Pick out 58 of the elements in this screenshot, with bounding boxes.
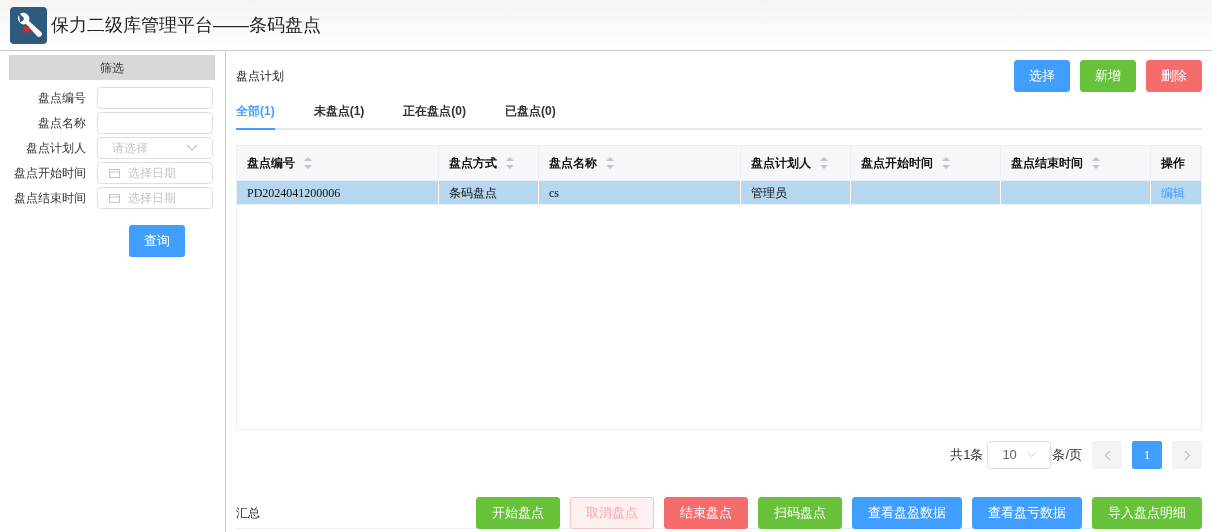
field-label: 盘点编号 [37,89,87,107]
per-page-label: 条/页 [1052,446,1082,465]
table-cell: PD2024041200006 [237,181,439,204]
tab[interactable]: 全部(1) [236,94,275,130]
date-field[interactable]: 选择日期 [97,186,213,209]
tab[interactable]: 正在盘点(0) [403,94,466,130]
calendar-icon [109,167,120,178]
page-button[interactable]: 1 [1132,441,1162,469]
sort-icon[interactable] [505,156,515,170]
chevron-left-icon [1103,449,1111,461]
field-label: 盘点计划人 [25,139,87,157]
chevron-down-icon [1026,451,1037,459]
chevron-right-icon [1183,449,1191,461]
total-count: 共1条 [950,446,984,465]
edit-link[interactable]: 编辑 [1161,183,1185,202]
wrench-logo-icon [10,6,47,44]
sort-icon[interactable] [819,156,829,170]
field-label: 盘点结束时间 [13,189,87,207]
tab[interactable]: 未盘点(1) [313,94,365,130]
table-cell: cs [539,181,741,204]
sort-icon[interactable] [941,156,951,170]
app-title: 保力二级库管理平台——条码盘点 [51,13,321,37]
column-header[interactable]: 盘点名称 [539,146,741,180]
table-cell: 条码盘点 [439,181,539,204]
column-header[interactable]: 盘点计划人 [741,146,851,180]
query-button[interactable]: 查询 [129,225,185,257]
filter-header: 筛选 [9,55,215,80]
action-button[interactable]: 删除 [1146,59,1202,92]
action-button[interactable]: 查看盘亏数据 [972,496,1082,529]
action-button[interactable]: 扫码盘点 [758,496,842,529]
calendar-icon [109,192,120,203]
table-cell: 管理员 [741,181,851,204]
field-label: 盘点名称 [37,114,87,132]
column-header[interactable]: 盘点结束时间 [1001,146,1151,180]
tab[interactable]: 已盘点(0) [505,94,556,130]
column-header[interactable]: 盘点开始时间 [851,146,1001,180]
column-header[interactable]: 盘点编号 [237,146,439,180]
column-header[interactable]: 操作 [1151,146,1201,180]
sort-icon[interactable] [1091,156,1101,170]
panel-title: 盘点计划 [236,67,284,85]
action-button[interactable]: 结束盘点 [664,496,748,529]
chevron-down-icon [186,143,198,152]
select-field[interactable]: 请选择 [97,136,213,159]
table-row[interactable]: PD2024041200006 条码盘点 cs 管理员 编辑 [237,181,1201,205]
sort-icon[interactable] [605,156,615,170]
summary-label: 汇总 [236,504,260,522]
column-header[interactable]: 盘点方式 [439,146,539,180]
action-button[interactable]: 选择 [1014,59,1070,92]
action-button[interactable]: 新增 [1080,59,1136,92]
action-button[interactable]: 开始盘点 [476,496,560,529]
action-button[interactable]: 查看盘盈数据 [852,496,962,529]
action-button[interactable]: 导入盘点明细 [1092,496,1202,529]
date-field[interactable]: 选择日期 [97,161,213,184]
field-label: 盘点开始时间 [13,164,87,182]
text-input[interactable] [97,111,213,134]
text-input[interactable] [97,86,213,109]
sort-icon[interactable] [303,156,313,170]
page-size-select[interactable]: 10 [987,441,1052,469]
